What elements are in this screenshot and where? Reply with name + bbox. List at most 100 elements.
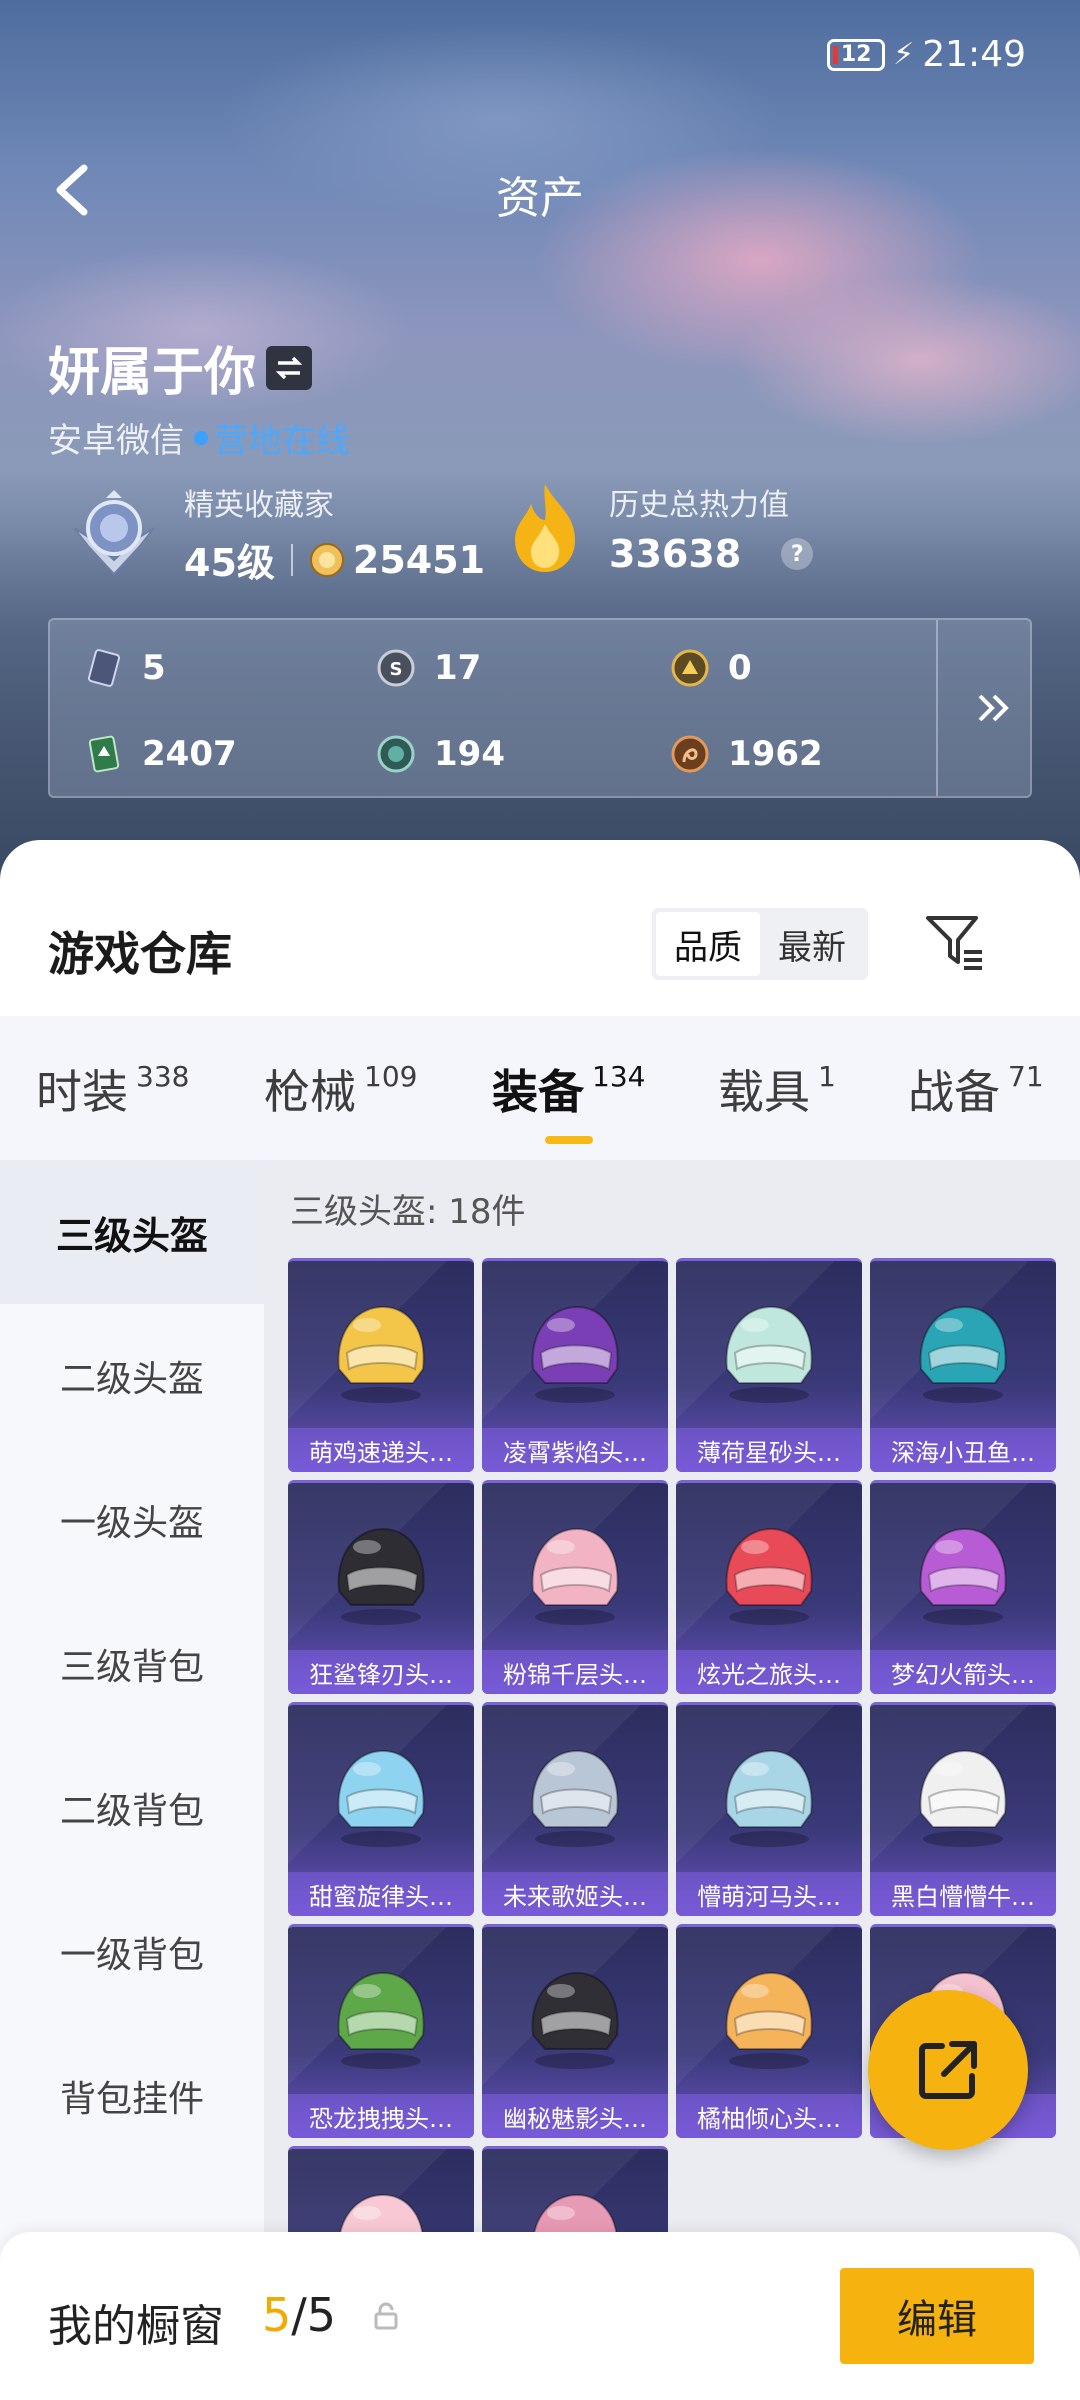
sort-quality-button[interactable]: 品质 xyxy=(656,912,760,976)
divider xyxy=(290,543,293,576)
item-name: 梦幻火箭头… xyxy=(870,1650,1056,1694)
subcategory-sidebar: 三级头盔 二级头盔 一级头盔 三级背包 二级背包 一级背包 背包挂件 xyxy=(0,1160,264,2400)
helmet-icon xyxy=(531,1971,619,2069)
item-tile[interactable]: 幽秘魅影头… xyxy=(482,1924,668,2138)
currency-value: 2407 xyxy=(142,734,237,774)
tab-weapons[interactable]: 枪械 109 xyxy=(264,1056,417,1122)
warehouse-title: 游戏仓库 xyxy=(48,927,232,981)
charging-icon: ⚡ xyxy=(893,37,915,72)
bronze-coin-icon xyxy=(671,735,709,773)
sidebar-item-level2-backpack[interactable]: 二级背包 xyxy=(0,1736,264,1880)
tab-label: 装备 xyxy=(492,1065,584,1119)
currency-value: 17 xyxy=(434,648,482,688)
tab-count: 1 xyxy=(818,1060,836,1093)
platform-label: 安卓微信 xyxy=(48,421,184,461)
showcase-label: 我的橱窗 xyxy=(48,2301,224,2352)
top-nav: 资产 xyxy=(0,150,1080,230)
helmet-icon xyxy=(725,1527,813,1625)
helmet-icon xyxy=(919,1305,1007,1403)
clock: 21:49 xyxy=(922,34,1026,75)
item-tile[interactable]: 橘柚倾心头… xyxy=(676,1924,862,2138)
item-name: 凌霄紫焰头… xyxy=(482,1428,668,1472)
sidebar-item-backpack-charm[interactable]: 背包挂件 xyxy=(0,2024,264,2168)
warehouse-panel: 游戏仓库 品质 最新 时装 338 枪械 109 装备 134 载具 1 战备 … xyxy=(0,840,1080,2400)
collector-level: 45级 xyxy=(184,541,275,585)
helmet-icon xyxy=(725,1971,813,2069)
currency-value: 1962 xyxy=(728,734,823,774)
item-grid: 萌鸡速递头… 凌霄紫焰头… 薄荷星砂头… 深海小丑鱼… 狂鲨锋刃头… 粉锦千层头… 炫光之旅… xyxy=(288,1258,1056,2360)
tab-fashion[interactable]: 时装 338 xyxy=(36,1056,189,1122)
showcase-current: 5 xyxy=(262,2288,292,2342)
item-name: 懵萌河马头… xyxy=(676,1872,862,1916)
collector-points: 25451 xyxy=(352,537,486,582)
sidebar-item-level3-helmet[interactable]: 三级头盔 xyxy=(0,1160,264,1304)
filter-icon[interactable] xyxy=(922,910,986,974)
item-tile[interactable]: 凌霄紫焰头… xyxy=(482,1258,668,1472)
share-button[interactable] xyxy=(868,1990,1028,2150)
online-status: 营地在线 xyxy=(214,421,350,461)
tab-label: 枪械 xyxy=(264,1065,356,1119)
item-name: 深海小丑鱼… xyxy=(870,1428,1056,1472)
item-name: 狂鲨锋刃头… xyxy=(288,1650,474,1694)
lock-icon xyxy=(374,2302,398,2330)
tab-label: 载具 xyxy=(718,1065,810,1119)
battery-icon: 12 xyxy=(827,38,886,71)
currency-panel[interactable]: 5 S 17 0 2407 194 1962 xyxy=(48,618,1032,798)
helmet-icon xyxy=(337,1305,425,1403)
tab-battle-gear[interactable]: 战备 71 xyxy=(908,1056,1044,1122)
item-tile[interactable]: 狂鲨锋刃头… xyxy=(288,1480,474,1694)
item-tile[interactable]: 薄荷星砂头… xyxy=(676,1258,862,1472)
helmet-icon xyxy=(919,1527,1007,1625)
tab-vehicles[interactable]: 载具 1 xyxy=(718,1056,836,1122)
collector-badge-icon xyxy=(73,489,155,575)
item-tile[interactable]: 恐龙拽拽头… xyxy=(288,1924,474,2138)
item-tile[interactable]: 梦幻火箭头… xyxy=(870,1480,1056,1694)
sort-toggle: 品质 最新 xyxy=(652,908,868,980)
item-name: 黑白懵懵牛… xyxy=(870,1872,1056,1916)
collector-title: 精英收藏家 xyxy=(184,488,334,523)
item-name: 幽秘魅影头… xyxy=(482,2094,668,2138)
item-name: 萌鸡速递头… xyxy=(288,1428,474,1472)
share-icon xyxy=(919,2041,977,2099)
page-title: 资产 xyxy=(496,173,584,224)
item-name: 甜蜜旋律头… xyxy=(288,1872,474,1916)
item-tile[interactable]: 粉锦千层头… xyxy=(482,1480,668,1694)
green-card-icon xyxy=(88,735,120,773)
help-icon[interactable]: ? xyxy=(781,538,814,570)
sidebar-item-level2-helmet[interactable]: 二级头盔 xyxy=(0,1304,264,1448)
double-chevron-right-icon[interactable] xyxy=(970,684,1018,732)
sidebar-item-level3-backpack[interactable]: 三级背包 xyxy=(0,1592,264,1736)
sort-newest-button[interactable]: 最新 xyxy=(760,912,864,976)
edit-button[interactable]: 编辑 xyxy=(840,2268,1034,2364)
item-tile[interactable]: 懵萌河马头… xyxy=(676,1702,862,1916)
item-tile[interactable]: 萌鸡速递头… xyxy=(288,1258,474,1472)
helmet-icon xyxy=(337,1971,425,2069)
currency-item: 1962 xyxy=(670,734,823,774)
silver-coin-icon: S xyxy=(377,649,415,687)
item-name: 未来歌姬头… xyxy=(482,1872,668,1916)
sidebar-item-level1-helmet[interactable]: 一级头盔 xyxy=(0,1448,264,1592)
sidebar-item-level1-backpack[interactable]: 一级背包 xyxy=(0,1880,264,2024)
profile-block: 妍属于你 安卓微信 营地在线 xyxy=(48,330,350,462)
item-tile[interactable]: 黑白懵懵牛… xyxy=(870,1702,1056,1916)
flame-icon xyxy=(515,484,575,572)
item-name: 粉锦千层头… xyxy=(482,1650,668,1694)
helmet-icon xyxy=(531,1527,619,1625)
tab-equipment[interactable]: 装备 134 xyxy=(492,1056,645,1122)
item-tile[interactable]: 深海小丑鱼… xyxy=(870,1258,1056,1472)
item-tile[interactable]: 甜蜜旋律头… xyxy=(288,1702,474,1916)
heat-stat[interactable]: 历史总热力值 33638 ? xyxy=(505,480,814,576)
collector-stat[interactable]: 精英收藏家 45级 25451 xyxy=(68,480,485,587)
tab-count: 134 xyxy=(592,1060,646,1093)
tab-label: 时装 xyxy=(36,1065,128,1119)
currency-item: 194 xyxy=(376,734,505,774)
heat-label: 历史总热力值 xyxy=(609,488,789,523)
tab-count: 71 xyxy=(1008,1060,1044,1093)
helmet-icon xyxy=(725,1749,813,1847)
item-tile[interactable]: 炫光之旅头… xyxy=(676,1480,862,1694)
showcase-count: 5/5 xyxy=(262,2288,336,2342)
heat-value: 33638 xyxy=(609,532,742,576)
switch-account-icon[interactable] xyxy=(266,345,313,390)
collector-coin-icon xyxy=(309,542,344,577)
item-tile[interactable]: 未来歌姬头… xyxy=(482,1702,668,1916)
